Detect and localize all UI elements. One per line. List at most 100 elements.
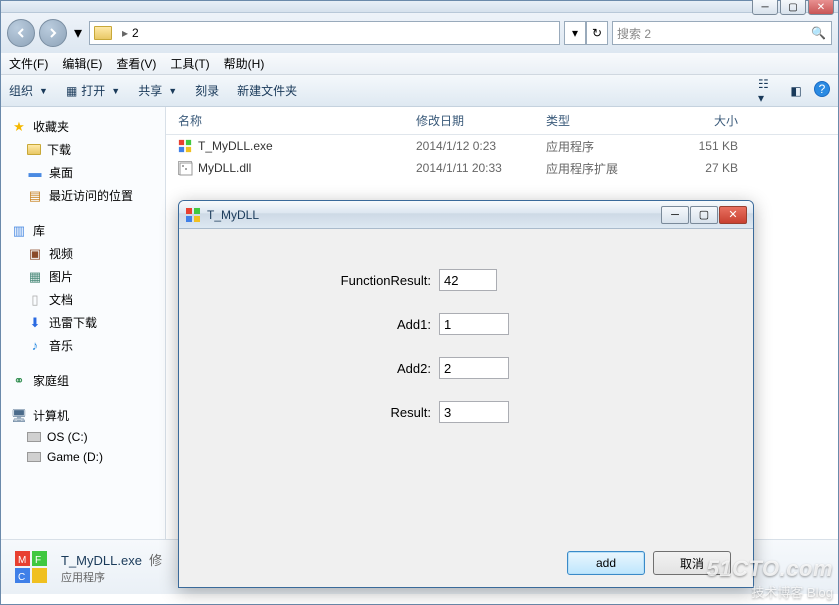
dialog-close-button[interactable]: ✕ (719, 206, 747, 224)
preview-pane-button[interactable]: ◧ (786, 81, 806, 101)
file-name: MyDLL.dll (198, 161, 251, 175)
menubar: 文件(F) 编辑(E) 查看(V) 工具(T) 帮助(H) (1, 53, 838, 75)
navigation-sidebar: ★收藏夹 下载 ▬桌面 ▤最近访问的位置 ▥库 ▣视频 ▦图片 ▯文档 ⬇迅雷下… (1, 107, 166, 539)
desktop-icon: ▬ (27, 165, 43, 181)
dialog-titlebar[interactable]: T_MyDLL ─ ▢ ✕ (179, 201, 753, 229)
minimize-button[interactable]: ─ (752, 0, 778, 15)
sidebar-item-drive-d[interactable]: Game (D:) (5, 447, 161, 467)
sidebar-item-pictures[interactable]: ▦图片 (5, 265, 161, 288)
help-button[interactable]: ? (814, 81, 830, 97)
toolbar: 组织▼ ▦打开▼ 共享▼ 刻录 新建文件夹 ☷ ▾ ◧ ? (1, 75, 838, 107)
menu-tools[interactable]: 工具(T) (170, 55, 209, 72)
address-row: ▾ ▸ 2 ▾ ↻ 搜索 2 🔍 (1, 13, 838, 53)
add1-label: Add1: (389, 317, 439, 332)
download-icon: ⬇ (27, 315, 43, 331)
breadcrumb-current[interactable]: 2 (132, 26, 139, 40)
close-button[interactable]: ✕ (808, 0, 834, 15)
watermark-domain: 51CTO.com (707, 556, 833, 582)
result-label: Result: (389, 405, 439, 420)
arrow-left-icon (15, 27, 27, 39)
sidebar-item-downloads[interactable]: 下载 (5, 138, 161, 161)
file-row[interactable]: MyDLL.dll 2014/1/11 20:33 应用程序扩展 27 KB (166, 157, 838, 179)
menu-help[interactable]: 帮助(H) (224, 55, 265, 72)
tool-burn[interactable]: 刻录 (195, 82, 219, 99)
dialog-minimize-button[interactable]: ─ (661, 206, 689, 224)
address-bar[interactable]: ▸ 2 (89, 21, 560, 45)
sidebar-favorites-header[interactable]: ★收藏夹 (5, 115, 161, 138)
detail-modified-label: 修 (149, 553, 162, 568)
refresh-button[interactable]: ↻ (586, 21, 608, 45)
tool-open[interactable]: ▦打开▼ (66, 82, 120, 99)
column-headers: 名称 修改日期 类型 大小 (166, 107, 838, 135)
result-input[interactable] (439, 401, 509, 423)
add1-input[interactable] (439, 313, 509, 335)
file-date: 2014/1/12 0:23 (416, 139, 546, 153)
sidebar-item-videos[interactable]: ▣视频 (5, 242, 161, 265)
function-result-label: FunctionResult: (329, 273, 439, 288)
mfc-app-icon: MFC (11, 547, 51, 587)
tool-newfolder[interactable]: 新建文件夹 (237, 82, 297, 99)
dialog-body: FunctionResult: Add1: Add2: Result: (179, 229, 753, 465)
drive-icon (27, 432, 41, 442)
exe-icon (178, 139, 192, 153)
column-name[interactable]: 名称 (166, 112, 416, 129)
sidebar-item-recent[interactable]: ▤最近访问的位置 (5, 184, 161, 207)
file-type: 应用程序 (546, 138, 666, 155)
file-date: 2014/1/11 20:33 (416, 161, 546, 175)
function-result-input[interactable] (439, 269, 497, 291)
add2-input[interactable] (439, 357, 509, 379)
maximize-button[interactable]: ▢ (780, 0, 806, 15)
svg-text:F: F (35, 555, 41, 566)
add-button[interactable]: add (567, 551, 645, 575)
search-placeholder: 搜索 2 (617, 25, 651, 42)
address-dropdown-button[interactable]: ▾ (564, 21, 586, 45)
search-input[interactable]: 搜索 2 🔍 (612, 21, 832, 45)
sidebar-item-xunlei[interactable]: ⬇迅雷下载 (5, 311, 161, 334)
column-size[interactable]: 大小 (666, 112, 756, 129)
star-icon: ★ (11, 119, 27, 135)
watermark-tagline: 技术博客 Blog (707, 582, 833, 601)
recent-icon: ▤ (27, 188, 43, 204)
column-type[interactable]: 类型 (546, 112, 666, 129)
nav-history-dropdown[interactable]: ▾ (71, 23, 85, 43)
detail-filetype: 应用程序 (61, 569, 162, 585)
dialog-maximize-button[interactable]: ▢ (690, 206, 718, 224)
file-name: T_MyDLL.exe (198, 139, 273, 153)
watermark: 51CTO.com 技术博客 Blog (707, 556, 833, 601)
sidebar-item-desktop[interactable]: ▬桌面 (5, 161, 161, 184)
menu-edit[interactable]: 编辑(E) (62, 55, 102, 72)
view-options-button[interactable]: ☷ ▾ (758, 81, 778, 101)
file-size: 27 KB (666, 161, 756, 175)
add2-label: Add2: (389, 361, 439, 376)
search-icon: 🔍 (811, 26, 827, 40)
tool-share[interactable]: 共享▼ (138, 82, 177, 99)
dll-icon (178, 161, 192, 175)
open-icon: ▦ (66, 84, 77, 98)
breadcrumb-sep: ▸ (122, 26, 128, 40)
drive-icon (27, 452, 41, 462)
homegroup-icon: ⚭ (11, 373, 27, 389)
mfc-app-icon (185, 207, 201, 223)
sidebar-homegroup-header[interactable]: ⚭家庭组 (5, 369, 161, 392)
sidebar-item-documents[interactable]: ▯文档 (5, 288, 161, 311)
sidebar-computer-header[interactable]: 🖥计算机 (5, 404, 161, 427)
svg-text:C: C (18, 572, 25, 583)
picture-icon: ▦ (27, 269, 43, 285)
menu-file[interactable]: 文件(F) (9, 55, 48, 72)
arrow-right-icon (47, 27, 59, 39)
window-titlebar[interactable]: ─ ▢ ✕ (1, 1, 838, 13)
file-size: 151 KB (666, 139, 756, 153)
file-type: 应用程序扩展 (546, 160, 666, 177)
menu-view[interactable]: 查看(V) (116, 55, 156, 72)
sidebar-item-drive-c[interactable]: OS (C:) (5, 427, 161, 447)
nav-forward-button[interactable] (39, 19, 67, 47)
music-icon: ♪ (27, 338, 43, 354)
nav-back-button[interactable] (7, 19, 35, 47)
sidebar-libraries-header[interactable]: ▥库 (5, 219, 161, 242)
tool-organize[interactable]: 组织▼ (9, 82, 48, 99)
sidebar-item-music[interactable]: ♪音乐 (5, 334, 161, 357)
file-row[interactable]: T_MyDLL.exe 2014/1/12 0:23 应用程序 151 KB (166, 135, 838, 157)
dialog-window: T_MyDLL ─ ▢ ✕ FunctionResult: Add1: Add2… (178, 200, 754, 588)
column-date[interactable]: 修改日期 (416, 112, 546, 129)
svg-text:M: M (18, 555, 26, 566)
